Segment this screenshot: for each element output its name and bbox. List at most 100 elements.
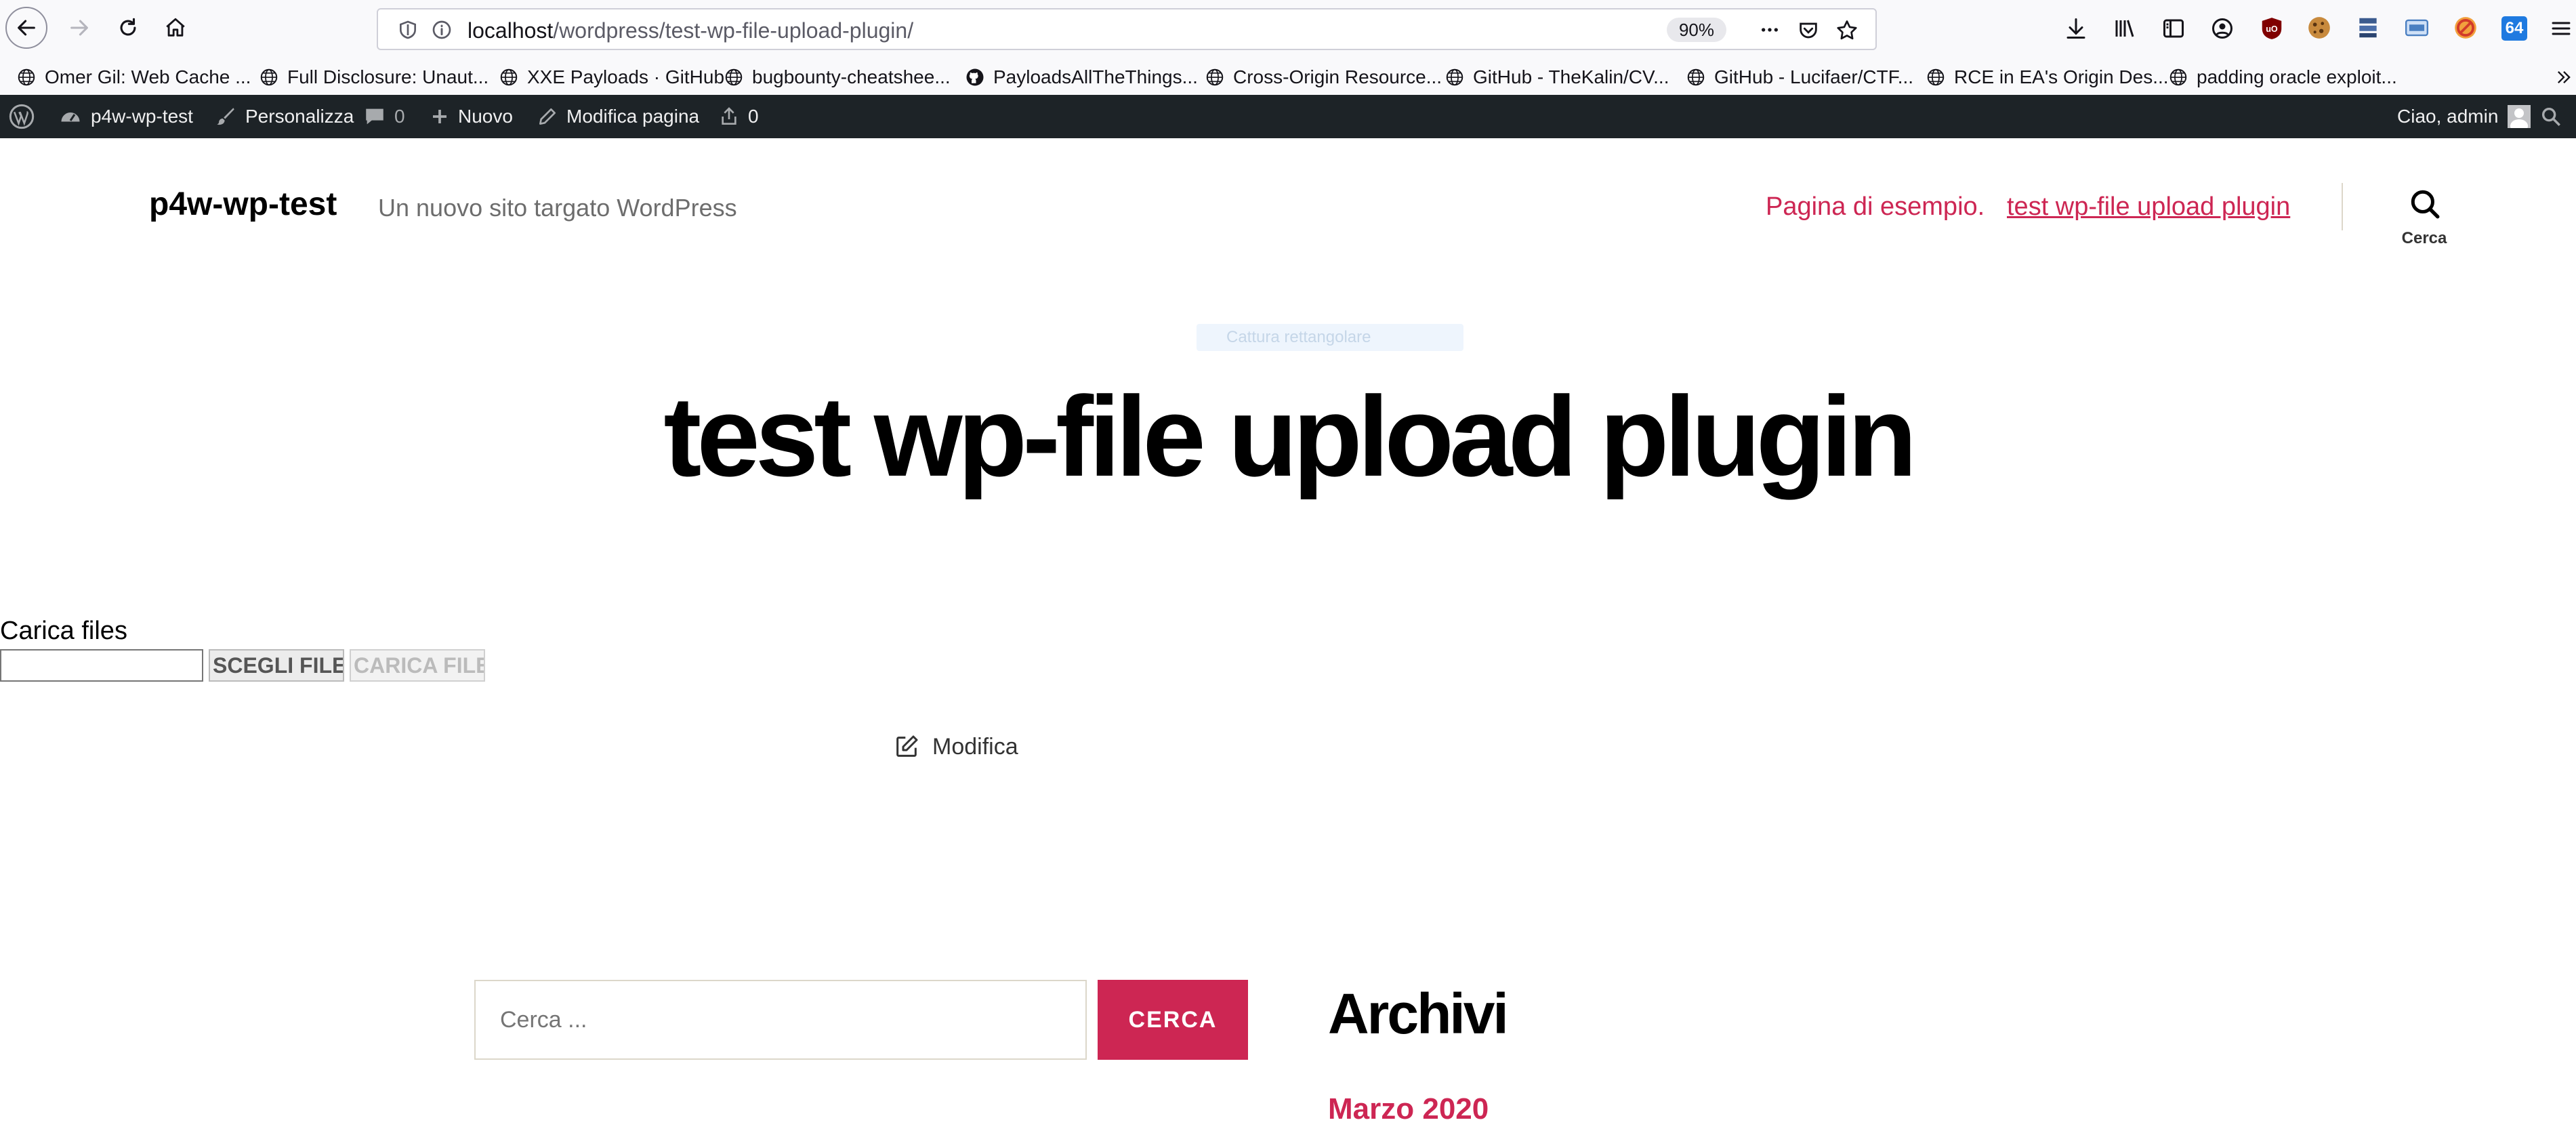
bookmark-label: Full Disclosure: Unaut... <box>287 66 489 87</box>
hamburger-menu-icon[interactable] <box>2549 18 2573 39</box>
wordpress-logo-icon <box>9 104 35 129</box>
bookmark-star-icon[interactable] <box>1835 18 1859 43</box>
bookmark-item[interactable]: padding oracle exploit... <box>2168 64 2397 91</box>
archives-widget-title: Archivi <box>1328 982 1509 1046</box>
edit-page-link[interactable]: Modifica <box>893 733 1018 760</box>
adminbar-search[interactable] <box>2539 95 2571 138</box>
widget-search-button[interactable]: CERCA <box>1098 980 1248 1060</box>
home-button[interactable] <box>154 7 196 49</box>
site-description: Un nuovo sito targato WordPress <box>378 194 737 222</box>
browser-toolbar: localhost/wordpress/test-wp-file-upload-… <box>0 0 2576 60</box>
bookmark-item[interactable]: Full Disclosure: Unaut... <box>259 64 489 91</box>
chevron-overflow-icon[interactable] <box>2554 66 2573 88</box>
edit-link-label: Modifica <box>932 733 1018 760</box>
adminbar-new[interactable]: Nuovo <box>430 95 513 138</box>
svg-text:uO: uO <box>2266 24 2278 34</box>
comment-bubble-icon <box>366 108 383 125</box>
globe-icon <box>1927 68 1945 86</box>
file-name-field[interactable] <box>0 649 203 682</box>
back-button[interactable] <box>5 7 47 49</box>
globe-icon <box>725 68 743 86</box>
pocket-icon[interactable] <box>1797 19 1820 42</box>
globe-icon <box>1687 68 1705 86</box>
adminbar-greeting: Ciao, admin <box>2397 106 2499 127</box>
reload-icon <box>120 18 136 36</box>
upload-file-button[interactable]: CARICA FILE <box>350 649 485 682</box>
globe-icon <box>18 68 35 86</box>
bookmarks-toolbar: Omer Gil: Web Cache ... Full Disclosure:… <box>0 60 2576 96</box>
search-input[interactable] <box>476 981 1085 1058</box>
info-icon <box>432 20 451 39</box>
paintbrush-icon <box>217 108 234 125</box>
reload-button[interactable] <box>107 7 149 49</box>
upload-form-label: Carica files <box>0 617 127 645</box>
adminbar-site-link[interactable]: p4w-wp-test <box>58 95 193 138</box>
library-icon[interactable] <box>2113 16 2137 41</box>
cookie-editor-icon[interactable] <box>2306 15 2332 41</box>
site-title[interactable]: p4w-wp-test <box>149 186 337 223</box>
bookmark-item[interactable]: XXE Payloads · GitHub <box>499 64 724 91</box>
wp-admin-bar: p4w-wp-test Personalizza 0 Nuovo Modific… <box>0 95 2576 138</box>
wappalyzer-icon[interactable] <box>2355 15 2381 41</box>
adminbar-new-label: Nuovo <box>458 106 513 127</box>
bookmark-label: Omer Gil: Web Cache ... <box>45 66 251 87</box>
avatar <box>2508 105 2531 128</box>
forward-button[interactable] <box>58 7 100 49</box>
edit-icon <box>896 735 918 757</box>
search-toggle-button[interactable]: Cerca <box>2384 183 2465 257</box>
plus-icon <box>433 110 446 123</box>
sidebar-icon[interactable] <box>2161 16 2186 41</box>
ublock-origin-icon[interactable]: uO <box>2259 15 2285 42</box>
bookmark-label: RCE in EA's Origin Des... <box>1954 66 2169 87</box>
globe-icon <box>1446 68 1463 86</box>
zoom-badge[interactable]: 90% <box>1667 18 1726 42</box>
upload-arrow-icon <box>722 107 736 125</box>
adminbar-updates[interactable]: 0 <box>718 95 759 138</box>
bookmark-item[interactable]: RCE in EA's Origin Des... <box>1926 64 2169 91</box>
bookmark-item[interactable]: Omer Gil: Web Cache ... <box>16 64 251 91</box>
page-title: test wp-file upload plugin <box>663 373 1917 500</box>
bookmark-label: GitHub - Lucifaer/CTF... <box>1714 66 1914 87</box>
url-bar[interactable]: localhost/wordpress/test-wp-file-upload-… <box>377 8 1877 50</box>
adminbar-comments[interactable]: 0 <box>363 95 405 138</box>
bookmark-label: bugbounty-cheatshee... <box>752 66 951 87</box>
menu-item-current-page[interactable]: test wp-file upload plugin <box>2007 192 2290 222</box>
url-path: /wordpress/test-wp-file-upload-plugin/ <box>553 18 914 43</box>
pencil-icon <box>539 108 556 125</box>
bookmark-label: XXE Payloads · GitHub <box>527 66 725 87</box>
wp-logo-menu[interactable] <box>8 95 43 138</box>
base64-extension-icon[interactable]: 64 <box>2501 16 2527 41</box>
search-icon <box>2541 107 2560 126</box>
dashboard-icon <box>61 112 80 122</box>
globe-icon <box>1206 68 1224 86</box>
bookmark-item[interactable]: GitHub - TheKalin/CV... <box>1445 64 1669 91</box>
account-icon[interactable] <box>2210 16 2235 41</box>
url-text[interactable]: localhost/wordpress/test-wp-file-upload-… <box>468 18 913 43</box>
search-icon <box>2411 190 2440 219</box>
choose-file-button[interactable]: SCEGLI FILE <box>209 649 344 682</box>
bookmark-item[interactable]: GitHub - Lucifaer/CTF... <box>1686 64 1913 91</box>
adminbar-edit-label: Modifica pagina <box>566 106 700 127</box>
widget-search-input[interactable] <box>474 980 1087 1060</box>
bookmark-item[interactable]: bugbounty-cheatshee... <box>724 64 951 91</box>
adminbar-account[interactable]: Ciao, admin <box>2397 95 2531 138</box>
home-icon <box>166 18 185 37</box>
adminbar-edit-page[interactable]: Modifica pagina <box>537 95 699 138</box>
globe-icon <box>260 68 278 86</box>
bookmark-item[interactable]: PayloadsAllTheThings... <box>965 64 1198 91</box>
globe-icon <box>2169 68 2187 86</box>
menu-item-sample-page[interactable]: Pagina di esempio. <box>1766 192 1985 222</box>
adminbar-customize[interactable]: Personalizza <box>214 95 354 138</box>
updates-count: 0 <box>748 106 759 127</box>
archive-link[interactable]: Marzo 2020 <box>1328 1092 1489 1126</box>
screenshot-capture-overlay: Cattura rettangolare <box>1197 324 1463 351</box>
proxy-switcher-icon[interactable] <box>2404 15 2430 41</box>
bookmark-item[interactable]: Cross-Origin Resource... <box>1205 64 1442 91</box>
header-divider <box>2342 183 2343 230</box>
bookmark-label: GitHub - TheKalin/CV... <box>1473 66 1669 87</box>
blocked-extension-icon[interactable] <box>2453 15 2478 41</box>
downloads-icon[interactable] <box>2064 16 2088 41</box>
more-actions-icon[interactable] <box>1758 19 1782 41</box>
url-host: localhost <box>468 18 554 43</box>
comments-count: 0 <box>394 106 405 127</box>
